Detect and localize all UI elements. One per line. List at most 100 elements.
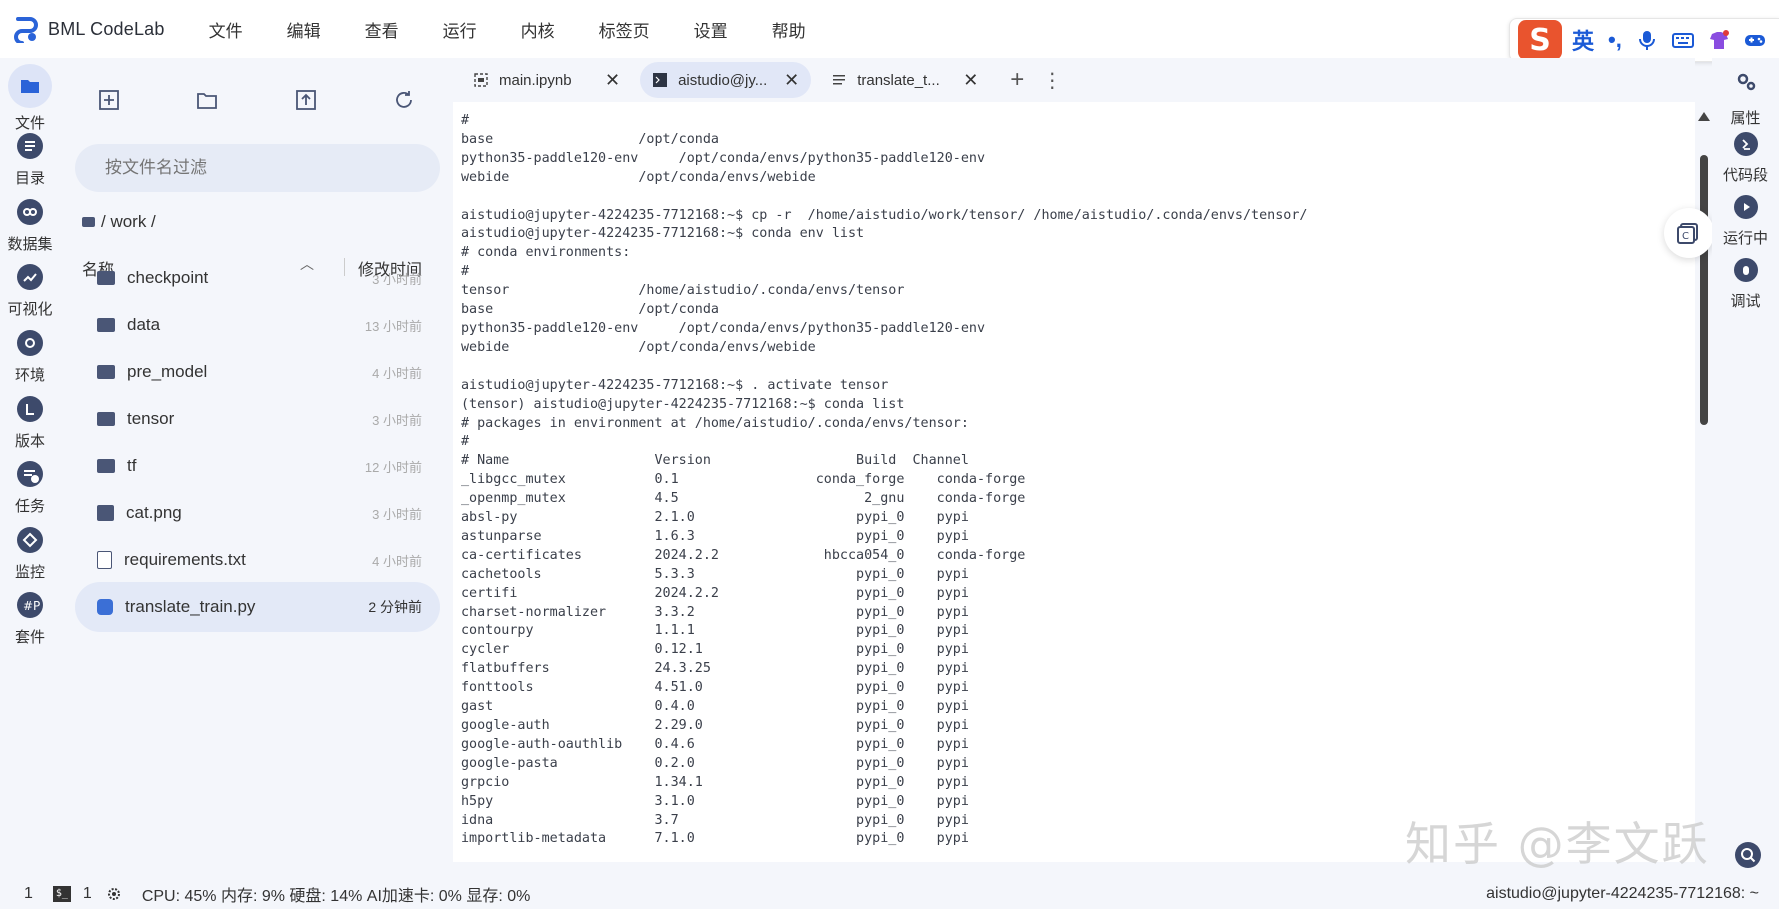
tab-main-notebook[interactable]: main.ipynb ✕ (461, 62, 632, 98)
new-launcher-icon[interactable] (97, 88, 121, 112)
file-time: 13 小时前 (364, 318, 422, 334)
folder-icon (82, 217, 95, 227)
breadcrumb[interactable]: / work / (82, 212, 156, 232)
rail-item-task[interactable]: 任务 (0, 461, 60, 516)
terminal-line: aistudio@jupyter-4224235-7712168:~$ . ac… (461, 377, 889, 393)
rail-item-files[interactable]: 文件 (0, 64, 60, 133)
notebook-icon (474, 73, 488, 87)
copy-code-icon: C (1677, 223, 1698, 244)
skin-icon[interactable] (1708, 29, 1730, 51)
search-icon[interactable] (1735, 842, 1761, 868)
app-title: BML CodeLab (48, 18, 165, 39)
rail-item-debug[interactable]: 调试 (1712, 258, 1779, 311)
rail-item-dataset[interactable]: 数据集 (0, 199, 60, 254)
menu-settings[interactable]: 设置 (694, 17, 728, 42)
keyboard-icon[interactable] (1671, 29, 1694, 51)
rail-label-toc: 目录 (14, 170, 45, 187)
microphone-icon[interactable] (1636, 29, 1658, 51)
rail-item-properties[interactable]: 属性 (1712, 70, 1779, 128)
list-item[interactable]: requirements.txt 4 小时前 (75, 535, 440, 585)
close-icon[interactable]: ✕ (963, 70, 978, 91)
rail-item-toc[interactable]: 目录 (0, 133, 60, 188)
top-bar: BML CodeLab 文件 编辑 查看 运行 内核 标签页 设置 帮助 S 英… (0, 0, 1779, 62)
menu-kernel[interactable]: 内核 (521, 17, 555, 42)
tab-label: main.ipynb (499, 71, 572, 89)
rail-label-visual: 可视化 (7, 301, 53, 318)
tab-terminal[interactable]: aistudio@jy... ✕ (640, 62, 812, 98)
ime-language-label[interactable]: 英 (1572, 24, 1594, 56)
terminal-scrollbar[interactable] (1700, 155, 1708, 425)
rail-item-visual[interactable]: 可视化 (0, 264, 60, 319)
upload-icon[interactable] (294, 88, 318, 112)
close-icon[interactable]: ✕ (605, 70, 620, 91)
rail-label-env: 环境 (14, 367, 45, 384)
new-folder-icon[interactable] (195, 88, 219, 112)
terminal-view[interactable]: # base /opt/conda python35-paddle120-env /… (453, 102, 1695, 862)
rail-item-env[interactable]: 环境 (0, 330, 60, 385)
terminal-line: _libgcc_mutex 0.1 conda_forge conda-forg… (461, 472, 1026, 488)
terminal-icon[interactable]: $_ (52, 885, 71, 902)
menu-tabs[interactable]: 标签页 (599, 17, 650, 42)
gear-icon[interactable] (106, 886, 122, 902)
terminal-line: google-pasta 0.2.0 pypi_0 pypi (461, 755, 969, 771)
refresh-icon[interactable] (392, 88, 416, 112)
close-icon[interactable]: ✕ (784, 70, 799, 91)
rail-label-properties: 属性 (1730, 110, 1761, 127)
rail-item-running[interactable]: 运行中 (1712, 195, 1779, 248)
list-item[interactable]: tensor 3 小时前 (75, 394, 440, 444)
menu-edit[interactable]: 编辑 (287, 17, 321, 42)
list-item[interactable]: tf 12 小时前 (75, 441, 440, 491)
version-icon (17, 396, 43, 422)
terminal-count[interactable]: 1 (83, 885, 92, 903)
rail-item-snippets[interactable]: 代码段 (1712, 132, 1779, 185)
menu-file[interactable]: 文件 (209, 17, 243, 42)
folder-icon (97, 365, 115, 379)
terminal-line: cycler 0.12.1 pypi_0 pypi (461, 642, 969, 658)
rail-item-version[interactable]: 版本 (0, 396, 60, 451)
list-item[interactable]: checkpoint 3 小时前 (75, 253, 440, 303)
sogou-logo-icon: S (1518, 20, 1562, 60)
list-item[interactable]: cat.png 3 小时前 (75, 488, 440, 538)
terminal-line: # conda environments: (461, 245, 631, 261)
kernel-count[interactable]: 1 (24, 885, 33, 903)
more-vertical-icon[interactable]: ⋮ (1042, 68, 1062, 93)
text-file-icon (97, 551, 112, 569)
scroll-up-arrow-icon[interactable] (1698, 112, 1710, 121)
breadcrumb-path[interactable]: / work / (101, 212, 156, 232)
tab-translate-file[interactable]: translate_t... ✕ (819, 62, 990, 98)
add-tab-icon[interactable]: + (1010, 66, 1024, 94)
terminal-line: grpcio 1.34.1 pypi_0 pypi (461, 774, 969, 790)
monitor-icon (17, 527, 43, 553)
app-logo[interactable]: BML CodeLab (12, 15, 165, 43)
svg-text:C: C (1682, 231, 1689, 242)
dataset-icon (17, 199, 43, 225)
menu-help[interactable]: 帮助 (772, 17, 806, 42)
menu-run[interactable]: 运行 (443, 17, 477, 42)
ime-toolbar[interactable]: S 英 •, (1509, 18, 1779, 62)
running-icon (1733, 195, 1758, 219)
file-name: data (127, 315, 161, 334)
rail-label-task: 任务 (14, 498, 45, 515)
list-item-selected[interactable]: translate_train.py 2 分钟前 (75, 582, 440, 632)
gamepad-icon[interactable] (1744, 29, 1766, 51)
terminal-output[interactable]: # base /opt/conda python35-paddle120-env /… (461, 112, 1308, 849)
floating-action-button[interactable]: C (1664, 208, 1714, 258)
terminal-line: # (461, 264, 470, 280)
menu-view[interactable]: 查看 (365, 17, 399, 42)
ime-punct-toggle[interactable]: •, (1608, 27, 1622, 53)
terminal-line: charset-normalizer 3.3.2 pypi_0 pypi (461, 604, 969, 620)
file-name: requirements.txt (124, 550, 246, 569)
list-item[interactable]: pre_model 4 小时前 (75, 347, 440, 397)
file-filter-input[interactable] (75, 144, 440, 192)
image-file-icon (97, 505, 114, 521)
folder-icon (8, 64, 52, 108)
file-time: 12 小时前 (364, 459, 422, 475)
rail-item-suite[interactable]: #P 套件 (0, 592, 60, 647)
list-item[interactable]: data 13 小时前 (75, 300, 440, 350)
file-browser-panel: / work / 名称 ︿ 修改时间 checkpoint 3 小时前 data… (60, 58, 453, 878)
terminal-line: contourpy 1.1.1 pypi_0 pypi (461, 623, 969, 639)
terminal-line: cachetools 5.3.3 pypi_0 pypi (461, 566, 969, 582)
rail-item-monitor[interactable]: 监控 (0, 527, 60, 582)
terminal-line: python35-paddle120-env /opt/conda/envs/p… (461, 150, 986, 166)
file-name: pre_model (127, 362, 208, 381)
